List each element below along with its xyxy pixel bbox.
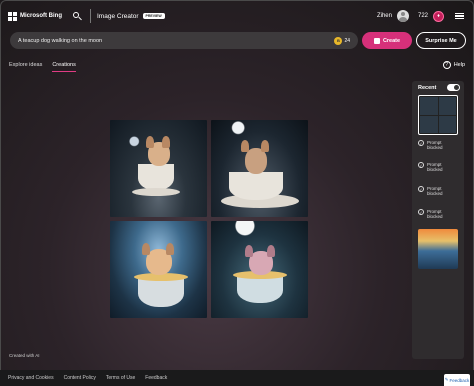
prompt-input[interactable]: A teacup dog walking on the moon B 24	[10, 32, 358, 49]
hamburger-menu-icon[interactable]	[455, 12, 464, 20]
help-button[interactable]: ? Help	[442, 61, 465, 69]
blocked-label: Prompt blocked	[427, 140, 443, 150]
teacup	[138, 277, 184, 307]
generated-image-4[interactable]	[211, 221, 308, 318]
image-grid	[110, 120, 308, 318]
create-label: Create	[382, 37, 401, 44]
teacup	[229, 172, 283, 200]
recent-toggle[interactable]	[447, 84, 460, 91]
recent-thumbnail-current[interactable]	[418, 95, 458, 135]
reward-icon[interactable]: ♦	[433, 10, 444, 22]
header-right: Zihen 722 ♦	[377, 0, 464, 32]
check-circle-icon: ✓	[418, 186, 424, 192]
feedback-button[interactable]: ✎ Feedback	[444, 374, 470, 386]
created-with-ai-note: Created with AI	[9, 353, 40, 358]
help-label: Help	[453, 62, 465, 68]
check-circle-icon: ✓	[418, 209, 424, 215]
rewards-points[interactable]: 722	[418, 13, 428, 19]
bing-logo[interactable]: Microsoft Bing	[8, 11, 62, 21]
footer-link-content-policy[interactable]: Content Policy	[64, 375, 96, 381]
create-button[interactable]: Create	[362, 32, 412, 49]
boosts-count: 24	[344, 37, 350, 44]
boost-coin-icon: B	[334, 36, 343, 45]
header: Microsoft Bing Image Creator PREVIEW Zih…	[0, 0, 474, 32]
dog-ear	[162, 136, 170, 148]
dog-ear	[241, 140, 249, 152]
surprise-me-button[interactable]: Surprise Me	[416, 32, 466, 49]
create-icon	[373, 37, 380, 44]
footer-link-terms[interactable]: Terms of Use	[106, 375, 135, 381]
blocked-label: Prompt blocked	[427, 186, 443, 196]
tab-creations[interactable]: Creations	[52, 62, 76, 72]
saucer	[132, 188, 180, 196]
dog-ear	[245, 245, 253, 257]
footer-link-feedback[interactable]: Feedback	[145, 375, 167, 381]
generated-image-1[interactable]	[110, 120, 207, 217]
check-circle-icon: ✓	[418, 140, 424, 146]
brand-name: Microsoft Bing	[20, 13, 62, 19]
app-title[interactable]: Image Creator	[97, 13, 139, 20]
prompt-text[interactable]: A teacup dog walking on the moon	[18, 38, 102, 44]
surprise-me-label: Surprise Me	[425, 37, 457, 44]
dog-ear	[142, 243, 150, 255]
footer: Privacy and Cookies Content Policy Terms…	[0, 370, 474, 386]
blocked-label: Prompt blocked	[427, 209, 443, 219]
feedback-button-label: Feedback	[449, 377, 470, 383]
check-circle-icon: ✓	[418, 162, 424, 168]
recent-item-blocked[interactable]: ✓ Prompt blocked	[418, 140, 458, 160]
dog-ear	[146, 136, 154, 148]
help-icon: ?	[442, 61, 451, 69]
dog-ear	[261, 140, 269, 152]
recent-title: Recent	[418, 85, 437, 91]
generated-image-3[interactable]	[110, 221, 207, 318]
header-divider	[90, 9, 91, 23]
recent-thumbnail-previous[interactable]	[418, 229, 458, 269]
tab-bar: Explore ideas Creations	[9, 62, 76, 72]
search-icon[interactable]	[72, 11, 82, 21]
generated-image-2[interactable]	[211, 120, 308, 217]
dog-ear	[166, 243, 174, 255]
blocked-label: Prompt blocked	[427, 162, 443, 172]
footer-link-privacy[interactable]: Privacy and Cookies	[8, 375, 54, 381]
recent-panel: Recent ✓ Prompt blocked ✓ Prompt blocked…	[412, 81, 464, 359]
microsoft-logo-icon	[8, 11, 17, 21]
teacup	[237, 275, 283, 303]
recent-item-blocked[interactable]: ✓ Prompt blocked	[418, 162, 458, 182]
avatar[interactable]	[396, 10, 409, 22]
recent-item-blocked[interactable]: ✓ Prompt blocked	[418, 209, 458, 229]
tab-explore-ideas[interactable]: Explore ideas	[9, 62, 42, 72]
username[interactable]: Zihen	[377, 13, 392, 19]
recent-item-blocked[interactable]: ✓ Prompt blocked	[418, 186, 458, 206]
teacup	[138, 164, 174, 190]
feedback-icon: ✎	[444, 377, 449, 382]
preview-badge: PREVIEW	[142, 13, 165, 19]
dog-ear	[267, 245, 275, 257]
boosts-counter: B 24	[334, 35, 350, 46]
